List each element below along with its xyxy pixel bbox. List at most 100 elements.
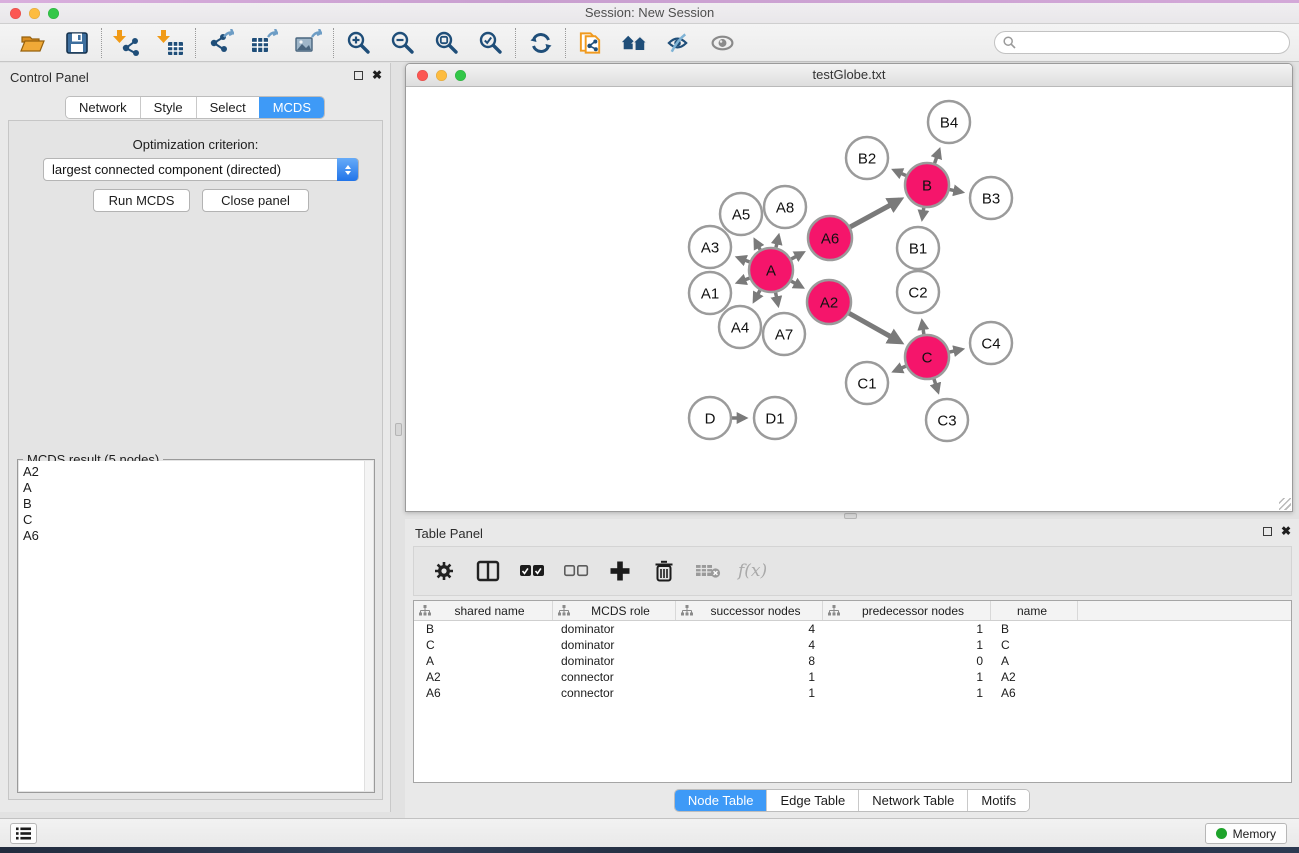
node-A3[interactable]: A3 (689, 226, 731, 268)
node-A7[interactable]: A7 (763, 313, 805, 355)
home-button[interactable] (621, 29, 648, 56)
node-C3[interactable]: C3 (926, 399, 968, 441)
edge-C-C4[interactable] (949, 349, 961, 352)
node-A2[interactable]: A2 (807, 280, 851, 324)
close-panel-button[interactable]: Close panel (202, 189, 309, 212)
edge-A2-C[interactable] (849, 313, 900, 342)
node-B3[interactable]: B3 (970, 177, 1012, 219)
hide-graphics-details-button[interactable] (665, 29, 692, 56)
import-table-button[interactable] (157, 29, 184, 56)
column-header-MCDS-role[interactable]: MCDS role (553, 601, 676, 620)
tab-network-table[interactable]: Network Table (858, 790, 967, 811)
zoom-network-window-button[interactable] (455, 70, 466, 81)
close-table-panel-icon[interactable]: ✖ (1281, 526, 1291, 536)
tab-edge-table[interactable]: Edge Table (766, 790, 858, 811)
zoom-in-button[interactable] (345, 29, 372, 56)
edge-A-A3[interactable] (738, 258, 749, 262)
minimize-window-button[interactable] (29, 8, 40, 19)
export-table-button[interactable] (251, 29, 278, 56)
function-builder-button[interactable]: f(x) (738, 561, 767, 581)
edge-C-C3[interactable] (934, 379, 938, 391)
refresh-button[interactable] (527, 29, 554, 56)
table-row-A6[interactable]: A6connector11A6 (414, 685, 1291, 701)
zoom-fit-button[interactable] (433, 29, 460, 56)
mcds-result-list[interactable]: A2ABCA6 (19, 461, 364, 791)
window-resize-grip[interactable] (1279, 498, 1291, 510)
result-scrollbar[interactable] (364, 461, 373, 791)
vertical-split-handle[interactable] (395, 423, 402, 436)
node-table[interactable]: shared nameMCDS rolesuccessor nodesprede… (413, 600, 1292, 783)
delete-table-button[interactable] (694, 558, 721, 585)
zoom-selected-button[interactable] (477, 29, 504, 56)
edge-A-A2[interactable] (791, 281, 802, 287)
column-header-name[interactable]: name (991, 601, 1078, 620)
table-row-B[interactable]: Bdominator41B (414, 621, 1291, 637)
tab-select[interactable]: Select (196, 97, 259, 118)
result-list-item[interactable]: C (23, 512, 364, 528)
export-network-button[interactable] (207, 29, 234, 56)
column-header-shared-name[interactable]: shared name (414, 601, 553, 620)
edge-C-C2[interactable] (922, 322, 924, 335)
node-A[interactable]: A (749, 248, 793, 292)
node-D1[interactable]: D1 (754, 397, 796, 439)
node-C2[interactable]: C2 (897, 271, 939, 313)
show-graphics-details-button[interactable] (709, 29, 736, 56)
tab-network[interactable]: Network (66, 97, 140, 118)
node-A8[interactable]: A8 (764, 186, 806, 228)
edge-A-A4[interactable] (754, 290, 760, 300)
search-field[interactable] (994, 31, 1290, 54)
delete-column-button[interactable] (650, 558, 677, 585)
edge-A-A5[interactable] (755, 240, 760, 249)
edge-A-A1[interactable] (738, 278, 749, 282)
close-network-window-button[interactable] (417, 70, 428, 81)
tab-motifs[interactable]: Motifs (967, 790, 1029, 811)
minimize-network-window-button[interactable] (436, 70, 447, 81)
edge-B-B1[interactable] (922, 208, 924, 219)
table-row-C[interactable]: Cdominator41C (414, 637, 1291, 653)
column-header-predecessor-nodes[interactable]: predecessor nodes (823, 601, 991, 620)
zoom-out-button[interactable] (389, 29, 416, 56)
edge-B-B2[interactable] (894, 170, 906, 175)
search-input[interactable] (1021, 32, 1289, 53)
node-A6[interactable]: A6 (808, 216, 852, 260)
edge-B-B4[interactable] (935, 150, 940, 163)
edge-A6-B[interactable] (850, 200, 900, 227)
node-B[interactable]: B (905, 163, 949, 207)
node-C4[interactable]: C4 (970, 322, 1012, 364)
node-A5[interactable]: A5 (720, 193, 762, 235)
network-canvas[interactable]: AA1A2A3A4A5A6A7A8BB1B2B3B4CC1C2C3C4DD1 (406, 87, 1292, 511)
optimization-criterion-select[interactable]: largest connected component (directed) (43, 158, 359, 181)
node-D[interactable]: D (689, 397, 731, 439)
import-network-button[interactable] (113, 29, 140, 56)
node-B1[interactable]: B1 (897, 227, 939, 269)
task-history-button[interactable] (10, 823, 37, 844)
edge-B-B3[interactable] (950, 190, 962, 192)
tab-style[interactable]: Style (140, 97, 196, 118)
run-mcds-button[interactable]: Run MCDS (93, 189, 190, 212)
result-list-item[interactable]: B (23, 496, 364, 512)
table-row-A2[interactable]: A2connector11A2 (414, 669, 1291, 685)
zoom-window-button[interactable] (48, 8, 59, 19)
column-header-successor-nodes[interactable]: successor nodes (676, 601, 823, 620)
create-column-button[interactable] (606, 558, 633, 585)
edge-A-A6[interactable] (791, 253, 803, 259)
float-table-panel-icon[interactable] (1263, 527, 1272, 536)
node-B4[interactable]: B4 (928, 101, 970, 143)
result-list-item[interactable]: A2 (23, 464, 364, 480)
result-list-item[interactable]: A (23, 480, 364, 496)
open-session-button[interactable] (19, 29, 46, 56)
select-all-columns-button[interactable] (518, 558, 545, 585)
tab-mcds[interactable]: MCDS (259, 97, 324, 118)
node-C[interactable]: C (905, 335, 949, 379)
node-C1[interactable]: C1 (846, 362, 888, 404)
close-window-button[interactable] (10, 8, 21, 19)
node-A1[interactable]: A1 (689, 272, 731, 314)
float-panel-icon[interactable] (354, 71, 363, 80)
table-row-A[interactable]: Adominator80A (414, 653, 1291, 669)
memory-button[interactable]: Memory (1205, 823, 1287, 844)
result-list-item[interactable]: A6 (23, 528, 364, 544)
save-session-button[interactable] (63, 29, 90, 56)
split-table-button[interactable] (474, 558, 501, 585)
close-panel-icon[interactable]: ✖ (372, 70, 382, 80)
node-A4[interactable]: A4 (719, 306, 761, 348)
